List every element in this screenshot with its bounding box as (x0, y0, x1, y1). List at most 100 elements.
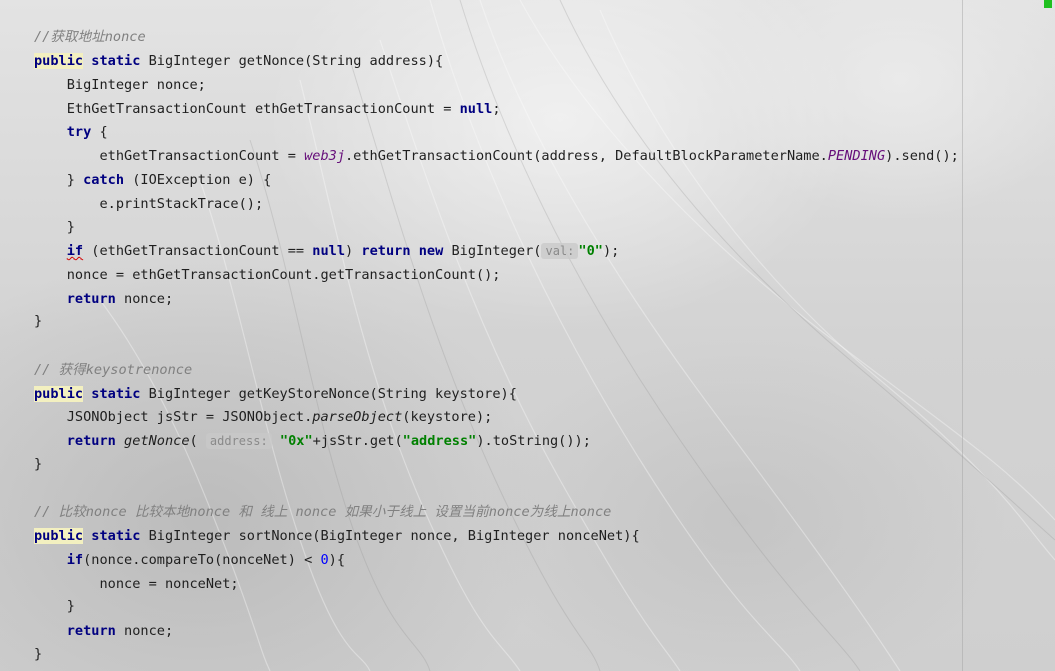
code-line-get-keystore-nonce-signature: public static BigInteger getKeyStoreNonc… (34, 384, 517, 404)
code-text: EthGetTransactionCount ethGetTransaction… (34, 101, 460, 117)
number-literal: 0 (320, 552, 329, 568)
code-line: } (34, 644, 42, 664)
code-line: try { (34, 122, 108, 142)
keyword: null (459, 101, 493, 117)
comment-text: nonce (85, 504, 127, 520)
keyword: static (91, 528, 141, 544)
code-text: ; (492, 101, 501, 117)
code-line-comment-get-nonce: //获取地址nonce (34, 27, 146, 47)
string-literal: "0" (578, 243, 603, 259)
keyword: return (66, 291, 116, 307)
code-text: JSONObject jsStr = JSONObject. (34, 409, 313, 425)
code-line: JSONObject jsStr = JSONObject.parseObjec… (34, 407, 493, 427)
keyword: return (66, 433, 116, 449)
keyword: public (34, 528, 84, 544)
code-text: } (34, 598, 75, 614)
code-line: nonce = ethGetTransactionCount.getTransa… (34, 265, 501, 285)
keyword: new (418, 243, 444, 259)
code-text: } (34, 172, 84, 188)
code-text: ) (345, 243, 362, 259)
code-text: { (91, 124, 108, 140)
keyword: try (66, 124, 92, 140)
code-line: } (34, 454, 42, 474)
field-reference: web3j (304, 148, 345, 164)
code-text: ethGetTransactionCount = (34, 148, 305, 164)
closing-brace: } (34, 646, 43, 662)
code-line: if (ethGetTransactionCount == null) retu… (34, 241, 619, 261)
keyword: if (66, 552, 84, 568)
method-call: getNonce (124, 433, 190, 449)
static-method-call: parseObject (312, 409, 403, 425)
constant-reference: PENDING (827, 148, 886, 164)
keyword: return (361, 243, 411, 259)
comment-text: nonce (488, 504, 530, 520)
keyword: catch (83, 172, 125, 188)
comment-text: keysotrenonce (85, 362, 193, 378)
code-text: (ethGetTransactionCount == (83, 243, 313, 259)
code-line: } (34, 217, 75, 237)
code-text: BigInteger( (443, 243, 542, 259)
code-text: e.printStackTrace(); (34, 196, 264, 212)
keyword: public (34, 53, 84, 69)
comment-text: nonce (189, 504, 231, 520)
comment-text: 为线上 (529, 504, 571, 520)
code-line: nonce = nonceNet; (34, 574, 239, 594)
code-text: (nonce.compareTo(nonceNet) < (83, 552, 321, 568)
code-text: BigInteger nonce; (34, 77, 206, 93)
code-line-comment-sort-nonce: // 比较nonce 比较本地nonce 和 线上 nonce 如果小于线上 设… (34, 502, 611, 522)
code-line: ethGetTransactionCount = web3j.ethGetTra… (34, 146, 959, 166)
method-signature: BigInteger getNonce(String address){ (140, 53, 444, 69)
comment-text: 和 线上 (230, 504, 296, 520)
keyword: return (66, 623, 116, 639)
comment-text: // 比较 (34, 504, 86, 520)
keyword: public (34, 386, 84, 402)
keyword: static (91, 386, 141, 402)
keyword: if (66, 243, 84, 259)
code-text: (IOException e) { (124, 172, 272, 188)
method-signature: BigInteger getKeyStoreNonce(String keyst… (140, 386, 517, 402)
code-line: } catch (IOException e) { (34, 170, 272, 190)
code-line: if(nonce.compareTo(nonceNet) < 0){ (34, 550, 345, 570)
comment-text: 比较本地 (126, 504, 190, 520)
code-text: +jsStr.get( (312, 433, 403, 449)
code-text: nonce; (115, 623, 174, 639)
code-line-comment-keystore-nonce: // 获得keysotrenonce (34, 360, 192, 380)
comment-text: 如果小于线上 设置当前 (336, 504, 489, 520)
comment-text: nonce (295, 504, 337, 520)
code-line: } (34, 596, 75, 616)
method-signature: BigInteger sortNonce(BigInteger nonce, B… (140, 528, 640, 544)
code-text: (keystore); (402, 409, 493, 425)
code-line-sort-nonce-signature: public static BigInteger sortNonce(BigIn… (34, 526, 640, 546)
code-line: return getNonce( address: "0x"+jsStr.get… (34, 431, 591, 451)
code-line: EthGetTransactionCount ethGetTransaction… (34, 99, 501, 119)
string-literal: "address" (402, 433, 477, 449)
code-text: nonce; (115, 291, 174, 307)
keyword: null (312, 243, 346, 259)
code-text: ).send(); (885, 148, 959, 164)
comment-text: //获取地址 (34, 29, 105, 45)
keyword: static (91, 53, 141, 69)
code-line: return nonce; (34, 621, 173, 641)
code-text: } (34, 219, 75, 235)
code-text: nonce = nonceNet; (34, 576, 239, 592)
code-line: BigInteger nonce; (34, 75, 206, 95)
code-text: .ethGetTransactionCount(address, Default… (345, 148, 828, 164)
code-line: return nonce; (34, 289, 173, 309)
comment-text: nonce (104, 29, 146, 45)
code-text: ).toString()); (476, 433, 591, 449)
comment-text: nonce (570, 504, 612, 520)
parameter-hint: address: (205, 433, 272, 449)
closing-brace: } (34, 313, 43, 329)
code-text: ); (602, 243, 620, 259)
comment-text: // 获得 (34, 362, 86, 378)
code-line-get-nonce-signature: public static BigInteger getNonce(String… (34, 51, 443, 71)
code-text: ( (189, 433, 206, 449)
closing-brace: } (34, 456, 43, 472)
code-editor[interactable]: //获取地址nonce public static BigInteger get… (0, 0, 1055, 671)
